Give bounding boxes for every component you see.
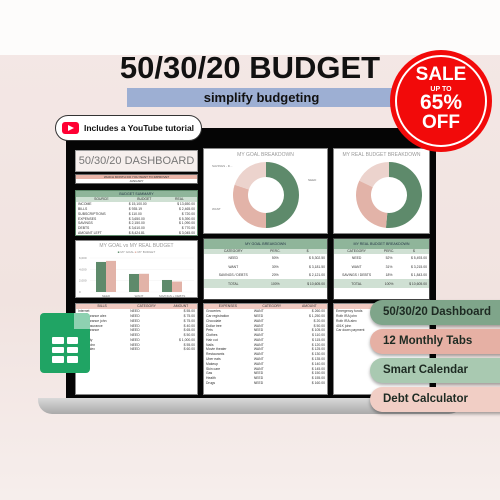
goal-donut-panel: MY GOAL BREAKDOWN NEED WANT SAVINGS - D... <box>203 148 328 234</box>
bar-chart-title: MY GOAL vs MY REAL BUDGET <box>99 243 174 249</box>
table-cell: TOTAL <box>227 281 239 286</box>
bar <box>172 281 182 292</box>
table-row: WANT 31% $ 3,215.00 <box>334 262 429 271</box>
goal-table-title: MY GOAL BREAKDOWN <box>204 239 327 249</box>
table-cell: 30% <box>271 264 279 269</box>
donut-slice <box>356 180 388 228</box>
feature-dashboard: 50/30/20 Dashboard <box>370 300 500 325</box>
table-row: NEED 50% $ 5,302.50 <box>204 254 327 263</box>
x-tick-label: WANT <box>135 294 144 298</box>
donut-slice <box>266 162 299 228</box>
real-table-title: MY REAL BUDGET BREAKDOWN <box>334 239 429 249</box>
month-value[interactable]: JANUARY <box>76 179 197 183</box>
table-cell: WANT <box>228 264 239 269</box>
donut-slice <box>385 162 422 228</box>
google-sheets-icon <box>40 313 90 373</box>
bar <box>139 273 149 292</box>
table-cell: 31% <box>385 264 393 269</box>
table-cell: TOTAL <box>351 281 362 286</box>
donut-label: SAVINGS - D... <box>212 164 233 168</box>
x-tick-label: NEED <box>102 294 111 298</box>
table-cell: $ 8,424.81 <box>128 230 145 235</box>
table-cell: 20% <box>271 273 279 278</box>
donut-label: NEED <box>308 178 317 182</box>
goal-donut-title: MY GOAL BREAKDOWN <box>237 152 294 158</box>
table-row: EXPENSES $ 3,650.00 $ 5,390.00 <box>76 216 197 221</box>
table-cell: $ 1,843.00 <box>410 273 427 278</box>
x-tick-label: SAVINGS + DEBTS <box>159 294 186 298</box>
table-cell: 100% <box>270 281 280 286</box>
table-row: NEED 52% $ 5,493.00 <box>334 254 429 263</box>
subtitle-banner: simplify budgeting <box>127 88 396 107</box>
table-cell: $ 3,045.00 <box>178 230 195 235</box>
table-cell: $ 2,121.00 <box>308 273 325 278</box>
table-row: TOTAL 100% $ 10,605.00 <box>204 279 327 288</box>
table-cell: AMOUNT LEFT <box>78 230 102 235</box>
y-tick-label: 0 <box>79 290 81 294</box>
table-row: WANT 30% $ 3,181.50 <box>204 262 327 271</box>
table-cell: NEED <box>253 380 264 385</box>
donut-slice <box>233 184 266 228</box>
youtube-play-icon <box>62 122 79 134</box>
table-row: Phone alexNEED$ 60.00 <box>76 347 197 352</box>
goal-breakdown-table: MY GOAL BREAKDOWN CATEGORY PERC. $ NEED 50% $… <box>203 238 328 300</box>
table-cell: SAVINGS / DEBTS <box>218 273 248 278</box>
table-cell: $ 60.00 <box>183 347 195 352</box>
table-cell: $ 10,605.00 <box>409 281 427 286</box>
table-row: SAVINGS / DEBTS 18% $ 1,843.00 <box>334 271 429 280</box>
table-cell: $ 5,302.50 <box>308 256 325 261</box>
bar <box>96 261 106 292</box>
youtube-badge-text: Includes a YouTube tutorial <box>84 123 195 133</box>
table-cell: NEED <box>130 347 140 352</box>
table-row: Drugs NEED $ 160.00 <box>204 381 327 386</box>
table-row: AMOUNT LEFT $ 8,424.81 $ 3,045.00 <box>76 230 197 235</box>
real-donut-chart <box>356 162 422 228</box>
donut-label: WANT <box>212 207 221 211</box>
table-cell: Drugs <box>206 380 216 385</box>
real-breakdown-table: MY REAL BUDGET BREAKDOWN CATEGORY PERC. $ N… <box>333 238 430 300</box>
goal-vs-real-chart-panel: MY GOAL vs MY REAL BUDGET ■ MY GOAL ■ MY… <box>75 240 198 298</box>
sale-badge: SALE UP TO 65% OFF <box>390 50 492 152</box>
real-donut-title: MY REAL BUDGET BREAKDOWN <box>342 152 421 158</box>
table-cell: NEED <box>228 256 238 261</box>
bar <box>129 273 139 292</box>
table-row: TOTAL 100% $ 10,605.00 <box>334 279 429 288</box>
bar <box>162 279 172 292</box>
table-cell: $ 5,493.00 <box>410 256 427 261</box>
goal-donut-chart: NEED WANT SAVINGS - D... <box>212 162 317 228</box>
table-row: SAVINGS / DEBTS 20% $ 2,121.00 <box>204 271 327 280</box>
feature-debt-calculator: Debt Calculator <box>370 387 500 412</box>
month-selector[interactable]: WHICH MONTH DO YOU WANT TO IMPROVE? JANU… <box>75 174 198 184</box>
bar <box>106 260 116 292</box>
top-band <box>0 0 500 55</box>
table-cell: $ 3,215.00 <box>410 264 427 269</box>
dashboard-title: 50/30/20 DASHBOARD <box>75 150 198 172</box>
y-tick-label: 4,000 <box>79 267 87 271</box>
table-cell: $ 160.00 <box>311 380 325 385</box>
feature-smart-calendar: Smart Calendar <box>370 358 500 383</box>
table-cell: 50% <box>271 256 279 261</box>
table-cell: 100% <box>384 281 394 286</box>
expenses-list: EXPENSES CATEGORY AMOUNT Groceries WANT $ 260… <box>203 303 328 395</box>
bills-list: BILLS CATEGORY AMOUNT Internet NEED $ 55.00 Li… <box>75 303 198 395</box>
y-tick-label: 6,000 <box>79 256 87 260</box>
table-cell: 18% <box>385 273 393 278</box>
donut-slice <box>234 162 266 190</box>
y-tick-label: 2,000 <box>79 279 87 283</box>
youtube-badge: Includes a YouTube tutorial <box>55 115 202 141</box>
table-cell: $ 3,181.50 <box>308 264 325 269</box>
real-donut-panel: MY REAL BUDGET BREAKDOWN <box>333 148 430 234</box>
table-cell: WANT <box>351 264 362 269</box>
feature-monthly-tabs: 12 Monthly Tabs <box>370 329 500 354</box>
table-cell: $ 10,605.00 <box>307 281 325 286</box>
bar-chart: 6,000 4,000 2,000 0 NEED WANT SAVINGS + DEBTS <box>79 256 194 298</box>
table-cell: 52% <box>385 256 393 261</box>
table-cell: SAVINGS / DEBTS <box>342 273 372 278</box>
table-cell: NEED <box>351 256 362 261</box>
budget-summary: BUDGET SUMMARY SOURCE BUDGET REAL INCOME $ 1… <box>75 190 198 236</box>
